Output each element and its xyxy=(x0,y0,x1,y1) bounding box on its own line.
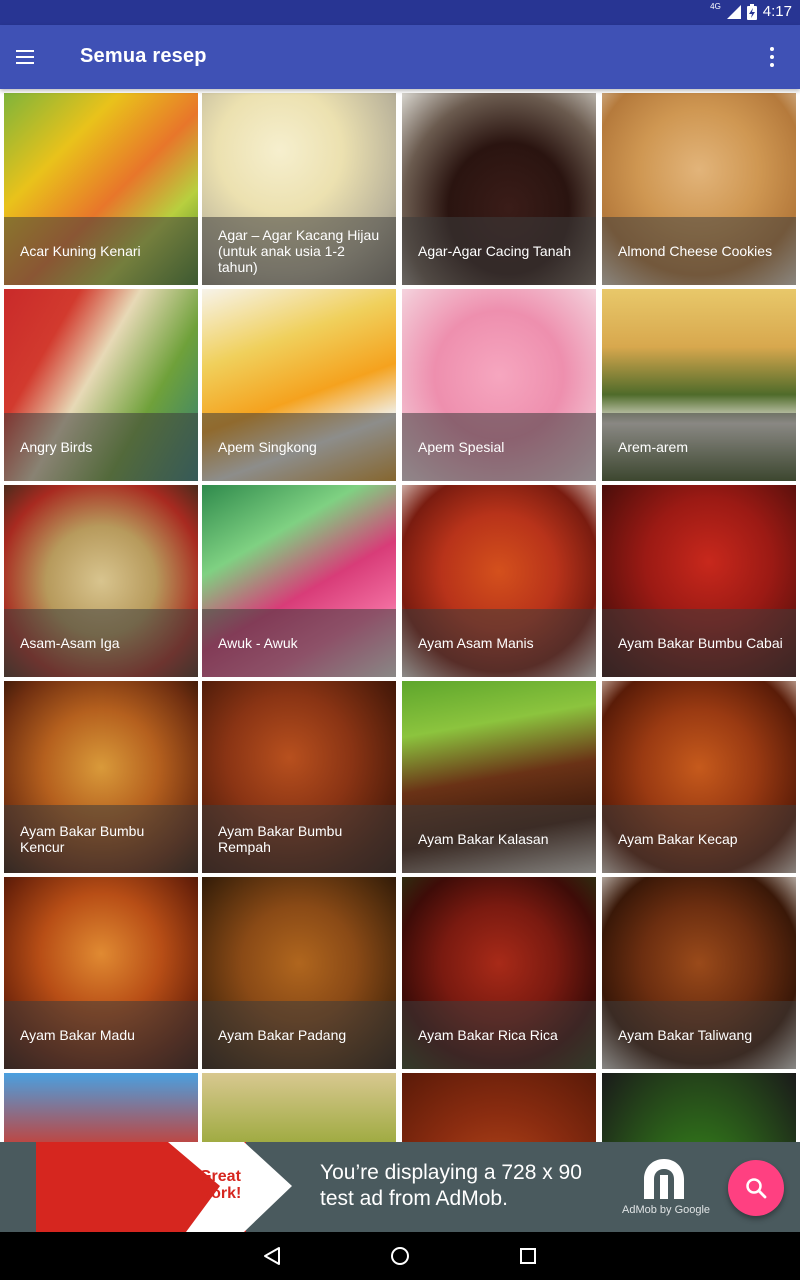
recipe-tile[interactable]: Ayam Asam Manis xyxy=(402,485,596,677)
nav-recents-button[interactable] xyxy=(514,1242,542,1270)
ad-banner[interactable]: Great work! You’re displaying a 728 x 90… xyxy=(0,1142,800,1232)
recipe-label: Apem Singkong xyxy=(202,413,396,481)
app-bar: Semua resep xyxy=(0,25,800,89)
recipe-label: Almond Cheese Cookies xyxy=(602,217,796,285)
recipe-label: Ayam Bakar Madu xyxy=(4,1001,198,1069)
recipe-tile[interactable]: Ayam Bakar Bumbu Rempah xyxy=(202,681,396,873)
search-fab[interactable] xyxy=(728,1160,784,1216)
recipe-label: Ayam Bakar Kecap xyxy=(602,805,796,873)
recipe-label: Awuk - Awuk xyxy=(202,609,396,677)
recipe-label: Ayam Bakar Bumbu Cabai xyxy=(602,609,796,677)
recipe-tile[interactable] xyxy=(402,1073,596,1142)
search-icon xyxy=(746,1178,767,1199)
recipe-tile[interactable]: Ayam Bakar Taliwang xyxy=(602,877,796,1069)
recipe-tile[interactable]: Angry Birds xyxy=(4,289,198,481)
recipe-label: Agar-Agar Cacing Tanah xyxy=(402,217,596,285)
recipe-tile[interactable] xyxy=(602,1073,796,1142)
recipe-label: Ayam Bakar Bumbu Kencur xyxy=(4,805,198,873)
recents-icon xyxy=(520,1248,536,1264)
recipe-image xyxy=(402,1073,596,1142)
ad-attribution: AdMob by Google xyxy=(622,1204,711,1216)
recipe-tile[interactable]: Apem Singkong xyxy=(202,289,396,481)
recipe-label: Ayam Bakar Rica Rica xyxy=(402,1001,596,1069)
menu-icon xyxy=(16,50,34,64)
admob-logo-icon xyxy=(644,1159,684,1199)
status-bar: 4G 4:17 xyxy=(0,0,800,25)
more-vert-icon xyxy=(770,47,774,51)
network-type: 4G xyxy=(710,2,721,11)
battery-icon xyxy=(746,3,757,20)
recipe-label: Asam-Asam Iga xyxy=(4,609,198,677)
home-icon xyxy=(391,1247,409,1265)
recipe-tile[interactable]: Agar – Agar Kacang Hijau (untuk anak usi… xyxy=(202,93,396,285)
overflow-menu-button[interactable] xyxy=(764,43,780,71)
recipe-tile[interactable]: Ayam Bakar Kecap xyxy=(602,681,796,873)
recipe-tile[interactable]: Agar-Agar Cacing Tanah xyxy=(402,93,596,285)
clock: 4:17 xyxy=(762,3,792,20)
recipe-label: Ayam Bakar Bumbu Rempah xyxy=(202,805,396,873)
recipe-tile[interactable]: Arem-arem xyxy=(602,289,796,481)
recipe-tile[interactable]: Almond Cheese Cookies xyxy=(602,93,796,285)
ad-badge: Great work! xyxy=(198,1168,242,1202)
recipe-label: Angry Birds xyxy=(4,413,198,481)
recipe-tile[interactable] xyxy=(202,1073,396,1142)
nav-home-button[interactable] xyxy=(386,1242,414,1270)
recipe-label: Ayam Bakar Kalasan xyxy=(402,805,596,873)
recipe-tile[interactable]: Apem Spesial xyxy=(402,289,596,481)
recipe-label: Ayam Bakar Padang xyxy=(202,1001,396,1069)
recipe-tile[interactable] xyxy=(4,1073,198,1142)
recipe-image xyxy=(202,1073,396,1142)
nav-back-button[interactable] xyxy=(258,1242,286,1270)
menu-button[interactable] xyxy=(16,39,64,75)
recipe-label: Agar – Agar Kacang Hijau (untuk anak usi… xyxy=(202,217,396,285)
recipe-tile[interactable]: Asam-Asam Iga xyxy=(4,485,198,677)
recipe-label: Ayam Bakar Taliwang xyxy=(602,1001,796,1069)
back-icon xyxy=(264,1247,280,1265)
page-title: Semua resep xyxy=(80,45,207,67)
recipe-label: Ayam Asam Manis xyxy=(402,609,596,677)
recipe-tile[interactable]: Ayam Bakar Kalasan xyxy=(402,681,596,873)
signal-icon xyxy=(726,4,741,19)
recipe-image xyxy=(602,1073,796,1142)
recipe-tile[interactable]: Acar Kuning Kenari xyxy=(4,93,198,285)
recipe-tile[interactable]: Awuk - Awuk xyxy=(202,485,396,677)
recipe-image xyxy=(4,1073,198,1142)
recipe-tile[interactable]: Ayam Bakar Bumbu Cabai xyxy=(602,485,796,677)
recipe-tile[interactable]: Ayam Bakar Bumbu Kencur xyxy=(4,681,198,873)
recipe-label: Apem Spesial xyxy=(402,413,596,481)
recipe-grid: Acar Kuning Kenari Agar – Agar Kacang Hi… xyxy=(0,89,800,1142)
ad-text: You’re displaying a 728 x 90 test ad fro… xyxy=(320,1161,582,1210)
recipe-label: Arem-arem xyxy=(602,413,796,481)
recipe-tile[interactable]: Ayam Bakar Madu xyxy=(4,877,198,1069)
recipe-tile[interactable]: Ayam Bakar Padang xyxy=(202,877,396,1069)
system-nav-bar xyxy=(0,1232,800,1280)
recipe-tile[interactable]: Ayam Bakar Rica Rica xyxy=(402,877,596,1069)
recipe-label: Acar Kuning Kenari xyxy=(4,217,198,285)
